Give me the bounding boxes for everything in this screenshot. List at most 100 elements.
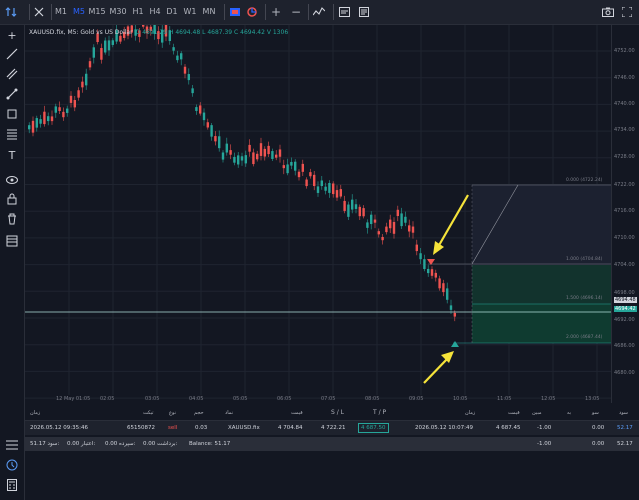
text-tool-icon[interactable]: T	[3, 148, 21, 164]
candle	[286, 164, 289, 174]
templates-icon[interactable]	[336, 0, 352, 24]
candle	[389, 219, 392, 229]
timeframe-h1[interactable]: H1	[131, 0, 145, 24]
timeframe-m30[interactable]: M30	[108, 0, 128, 24]
candle	[172, 47, 175, 51]
candle	[267, 145, 270, 155]
candle	[442, 283, 445, 293]
table-row[interactable]: 2026.05.12 09:35:46 65150872 sell 0.03 X…	[25, 421, 639, 435]
order-type: sell	[168, 425, 178, 431]
candle	[180, 53, 183, 60]
list-icon[interactable]	[3, 439, 21, 455]
zoom-in-button[interactable]: +	[268, 0, 284, 24]
lock-icon[interactable]	[3, 193, 21, 209]
candle	[290, 161, 293, 166]
candle	[142, 25, 145, 27]
deposit-summary: 0.00 سپرده:	[105, 441, 136, 447]
candle	[396, 209, 399, 217]
timeframe-m5[interactable]: M5	[72, 0, 86, 24]
parallel-channel-icon[interactable]	[3, 68, 21, 84]
fib-level-label: 1.000 (4704.84)	[566, 257, 603, 262]
candle	[199, 105, 202, 114]
fib-retracement-icon[interactable]	[3, 128, 21, 144]
timeframe-d1[interactable]: D1	[165, 0, 179, 24]
candle	[309, 172, 312, 177]
col-header: حجم	[194, 410, 204, 416]
profit-value: 52.17	[617, 425, 633, 431]
eye-icon[interactable]	[3, 173, 21, 189]
candle	[54, 106, 57, 113]
properties-icon[interactable]	[356, 0, 372, 24]
timeframe-w1[interactable]: W1	[182, 0, 198, 24]
time-tick: 05:05	[233, 396, 248, 402]
ray-icon[interactable]	[3, 88, 21, 104]
candle	[275, 154, 278, 158]
candle	[392, 221, 396, 234]
price-tick: 4716.00	[614, 208, 635, 214]
price-tick: 4746.00	[614, 75, 635, 81]
candle	[233, 156, 236, 163]
trend-line-icon[interactable]	[3, 48, 21, 64]
current-price: 4 687.45	[496, 425, 521, 431]
candle	[339, 189, 342, 197]
chart-type-icon[interactable]	[228, 0, 242, 24]
candle	[58, 107, 61, 112]
col-header: زمان	[465, 410, 476, 416]
candle	[324, 186, 327, 191]
candle	[202, 112, 206, 121]
timeframe-mn[interactable]: MN	[200, 0, 218, 24]
zoom-out-button[interactable]: −	[288, 0, 304, 24]
candle	[453, 312, 456, 317]
ask-price-label: 4694.48	[614, 297, 637, 303]
camera-icon[interactable]	[600, 0, 616, 24]
candle	[259, 143, 263, 156]
candle	[358, 206, 361, 217]
calculator-icon[interactable]	[3, 479, 21, 495]
symbol-swap-icon[interactable]	[4, 0, 18, 24]
timeframe-m1[interactable]: M1	[54, 0, 68, 24]
candle	[191, 88, 194, 94]
timeframe-m15[interactable]: M15	[88, 0, 106, 24]
crosshair-grid-icon[interactable]	[31, 0, 47, 24]
candle	[305, 179, 308, 187]
candle	[332, 183, 335, 195]
candle	[104, 40, 107, 53]
price-axis[interactable]: 4752.00 4746.00 4740.00 4734.00 4728.00 …	[611, 25, 639, 403]
candle	[77, 90, 80, 98]
candle	[229, 150, 232, 155]
fullscreen-icon[interactable]	[620, 0, 634, 24]
candle	[404, 216, 407, 223]
chart-type-2-icon[interactable]	[245, 0, 259, 24]
indicators-icon[interactable]	[311, 0, 327, 24]
candle	[28, 125, 31, 130]
time-tick: 03:05	[145, 396, 160, 402]
symbol: XAUUSD.fix	[228, 425, 260, 431]
stop-loss[interactable]: 4 722.21	[321, 425, 346, 431]
candle	[343, 200, 346, 211]
annotation-arrowhead	[433, 241, 444, 255]
candle	[31, 120, 35, 133]
col-header: T / P	[373, 409, 387, 416]
candle	[218, 136, 221, 149]
history-icon[interactable]	[3, 459, 21, 475]
time-tick: 09:05	[409, 396, 424, 402]
object-tree-icon[interactable]	[3, 235, 21, 251]
col-header: به	[567, 410, 572, 416]
total-col-b: 0.00	[592, 441, 605, 447]
candle	[294, 161, 297, 171]
col-header: نوع	[169, 410, 176, 416]
col-header: قیمت	[291, 410, 303, 416]
crosshair-icon[interactable]: +	[3, 28, 21, 44]
timeframe-h4[interactable]: H4	[148, 0, 162, 24]
account-summary-row: 51.17 سود: 0.00 اعتبار: 0.00 سپرده: 0.00…	[25, 437, 639, 451]
price-chart[interactable]	[25, 20, 611, 403]
candle	[244, 155, 247, 164]
rectangle-icon[interactable]	[3, 108, 21, 124]
candle	[423, 259, 426, 270]
candle	[366, 222, 369, 228]
take-profit[interactable]: 4 687.50	[358, 423, 389, 433]
candle	[248, 144, 251, 152]
col-header: سود	[619, 410, 628, 416]
trash-icon[interactable]	[3, 213, 21, 229]
price-tick: 4686.00	[614, 343, 635, 349]
